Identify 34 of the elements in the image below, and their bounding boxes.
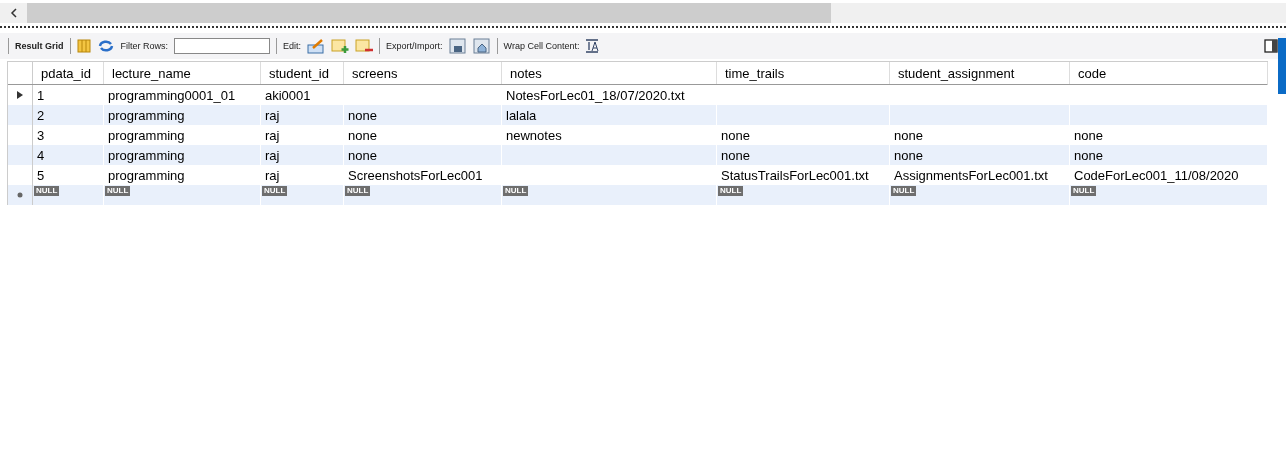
wrap-cell-content-label: Wrap Cell Content: [503, 41, 580, 51]
null-badge: NULL [503, 186, 529, 196]
delete-row-icon[interactable] [355, 38, 374, 54]
column-header[interactable]: pdata_id [33, 62, 104, 84]
null-badge: NULL [262, 186, 288, 196]
edit-label: Edit: [283, 41, 302, 51]
grid-columns-icon[interactable] [76, 39, 91, 53]
null-badge: NULL [345, 186, 371, 196]
save-icon[interactable] [448, 38, 467, 54]
column-header[interactable]: screens [344, 62, 502, 84]
null-badge: NULL [718, 186, 744, 196]
filter-rows-field[interactable] [174, 38, 271, 54]
chevron-left-icon [9, 8, 18, 18]
new-row-icon [17, 192, 23, 198]
add-row-icon[interactable] [331, 38, 350, 54]
null-badge: NULL [105, 186, 131, 196]
refresh-icon[interactable] [96, 39, 115, 53]
result-grid-label: Result Grid [15, 41, 64, 51]
null-badge: NULL [1071, 186, 1097, 196]
panel-toggle-icon[interactable] [1264, 39, 1278, 53]
wrap-text-icon[interactable] [585, 39, 600, 53]
column-header[interactable]: student_id [261, 62, 344, 84]
column-header[interactable]: student_assignment [890, 62, 1070, 84]
export-import-label: Export/Import: [386, 41, 443, 51]
current-row-icon [17, 91, 23, 99]
null-badge: NULL [34, 186, 60, 196]
column-header[interactable]: notes [502, 62, 717, 84]
column-header[interactable]: code [1070, 62, 1268, 84]
import-icon[interactable] [472, 38, 491, 54]
column-header[interactable]: lecture_name [104, 62, 261, 84]
column-header[interactable]: time_trails [717, 62, 890, 84]
null-badge: NULL [891, 186, 917, 196]
filter-rows-label: Filter Rows: [120, 41, 169, 51]
edit-pencil-icon[interactable] [307, 38, 326, 54]
